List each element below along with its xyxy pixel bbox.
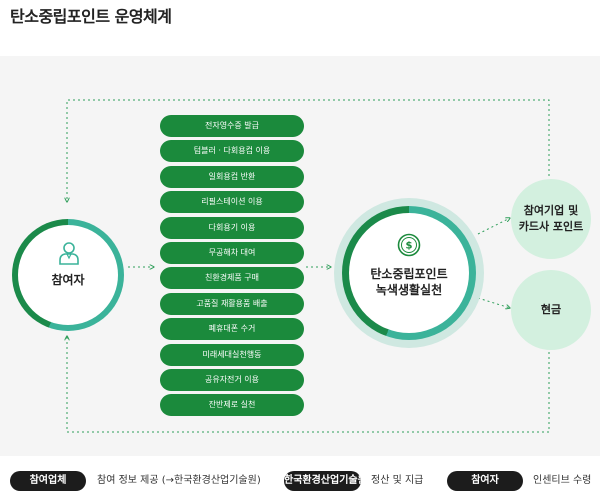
- legend-text-participant: 인센티브 수령: [533, 475, 592, 486]
- center-label-line1: 탄소중립포인트: [370, 267, 448, 281]
- activity-item: 고품질 재활용품 배출: [160, 292, 304, 315]
- activity-item: 미래세대실천행동: [160, 343, 304, 366]
- activity-item: 일회용컵 반환: [160, 165, 304, 188]
- bottom-loop-line: [67, 336, 550, 433]
- activity-item: 잔반제로 실천: [160, 394, 304, 417]
- benefit-points-node: 참여기업 및 카드사 포인트: [511, 179, 591, 259]
- benefit-cash-node: 현금: [511, 270, 591, 350]
- center-to-points-arrow: [477, 218, 510, 235]
- center-node: $ 탄소중립포인트 녹색생활실천: [334, 198, 484, 348]
- activity-item: 친환경제품 구매: [160, 267, 304, 290]
- center-label: 탄소중립포인트 녹색생활실천: [349, 266, 469, 298]
- dollar-coin-icon: $: [397, 233, 421, 257]
- legend-text-keiti: 정산 및 지급: [371, 475, 424, 486]
- benefit-cash-label: 현금: [540, 303, 562, 316]
- activity-item: 무공해차 대여: [160, 241, 304, 264]
- benefit-points-line2: 카드사 포인트: [518, 220, 584, 233]
- legend-pill-keiti: 한국환경산업기술원: [284, 471, 361, 491]
- svg-text:$: $: [406, 241, 413, 252]
- participant-node: 참여자: [12, 219, 124, 331]
- participant-label: 참여자: [51, 273, 85, 287]
- legend-pill-companies: 참여업체: [10, 471, 86, 491]
- person-icon: [59, 242, 79, 265]
- legend-text-companies: 참여 정보 제공 (→한국환경산업기술원): [97, 475, 261, 486]
- activity-item: 텀블러 · 다회용컵 이용: [160, 140, 304, 163]
- activity-item: 폐휴대폰 수거: [160, 318, 304, 341]
- center-to-cash-arrow: [477, 297, 510, 308]
- activity-item: 리필스테이션 이용: [160, 191, 304, 214]
- center-label-line2: 녹색생활실천: [375, 283, 443, 297]
- top-loop-line: [67, 99, 550, 202]
- activity-item: 다회용기 이용: [160, 216, 304, 239]
- activity-item: 공유자전거 이용: [160, 368, 304, 391]
- benefit-points-line1: 참여기업 및: [523, 204, 579, 217]
- legend-pill-participant: 참여자: [447, 471, 523, 491]
- activity-list: 전자영수증 발급 텀블러 · 다회용컵 이용 일회용컵 반환 리필스테이션 이용…: [160, 115, 304, 420]
- activity-item: 전자영수증 발급: [160, 115, 304, 137]
